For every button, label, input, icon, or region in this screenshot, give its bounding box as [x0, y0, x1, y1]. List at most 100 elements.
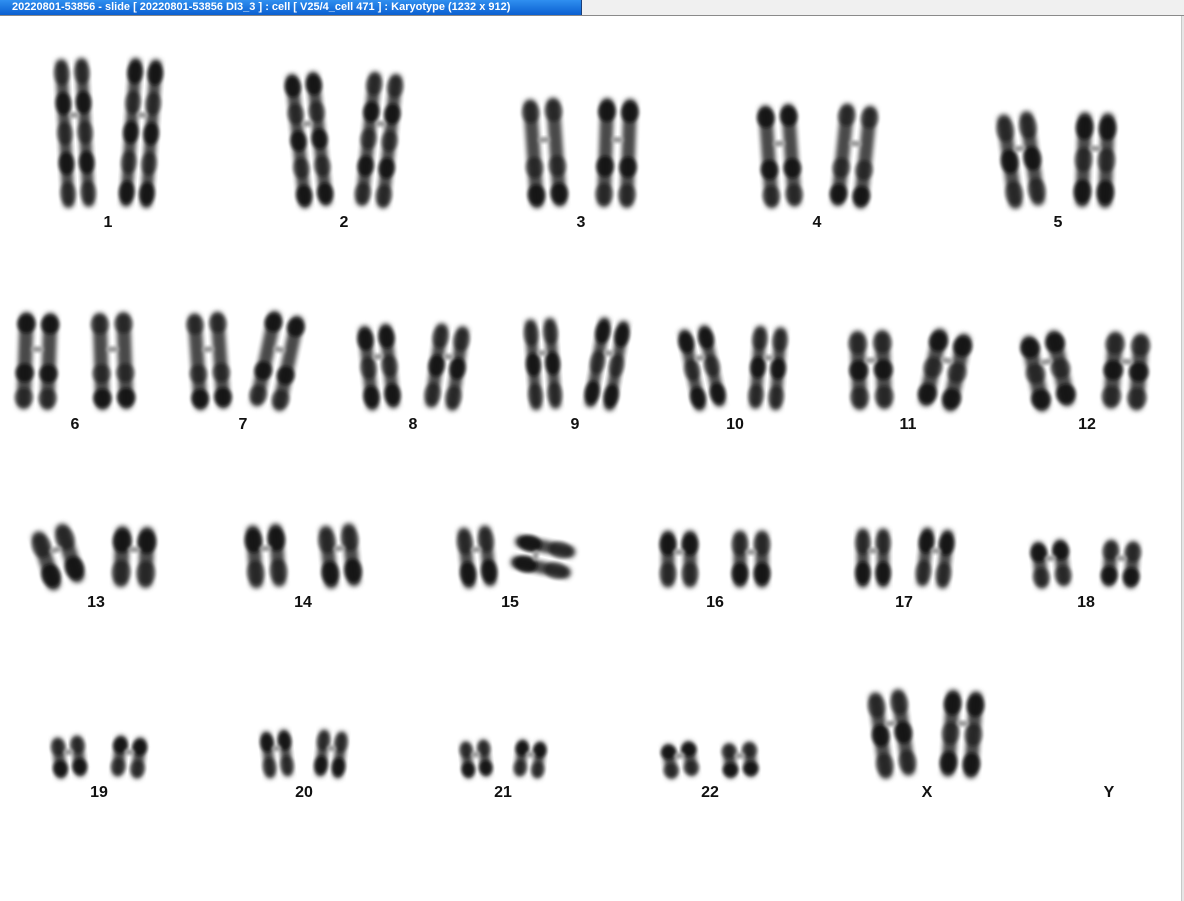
chromosome-number-label: 8: [408, 416, 418, 433]
chromosome-right[interactable]: [721, 741, 759, 779]
chromosome-pair-17[interactable]: 17: [846, 512, 962, 612]
chromosome-number-label: 5: [1053, 214, 1063, 231]
chromosome-number-label: 1: [103, 214, 113, 231]
chromosome-right[interactable]: [1101, 331, 1152, 412]
chromosome-left[interactable]: [283, 70, 334, 209]
chromosome-pair-16[interactable]: 16: [650, 516, 780, 612]
chromosome-number-label: 22: [701, 784, 719, 801]
chromosome-pair-9[interactable]: 9: [510, 304, 640, 434]
chromosome-right[interactable]: [914, 526, 956, 589]
chromosome-pair-4[interactable]: 4: [748, 88, 886, 232]
chromosome-image: [848, 326, 974, 413]
chromosome-pair-7[interactable]: 7: [178, 300, 308, 434]
chromosome-left[interactable]: [523, 317, 564, 411]
chromosome-left[interactable]: [521, 97, 569, 210]
chromosome-pair-6[interactable]: 6: [10, 300, 140, 434]
chromosome-pair-20[interactable]: 20: [252, 712, 356, 802]
chromosome-number-label: 21: [494, 784, 512, 801]
chromosome-left[interactable]: [676, 323, 729, 413]
chromosome-right[interactable]: [353, 70, 404, 209]
chromosome-left[interactable]: [356, 322, 402, 411]
chromosome-left[interactable]: [14, 311, 60, 411]
chromosome-image: [53, 57, 164, 209]
chromosome-right[interactable]: [509, 532, 577, 582]
centromere: [68, 112, 80, 119]
chromosome-left[interactable]: [660, 740, 701, 781]
chromosome-pair-1[interactable]: 1: [38, 42, 178, 232]
chromosome-image: [866, 688, 986, 781]
chromosome-right[interactable]: [110, 734, 149, 779]
centromere: [611, 136, 624, 143]
chromosome-left[interactable]: [185, 311, 232, 412]
window-title-tab[interactable]: 20220801-53856 - slide [ 20220801-53856 …: [0, 0, 582, 15]
chromosome-number-label: 10: [726, 416, 744, 433]
chromosome-pair-5[interactable]: 5: [988, 96, 1128, 232]
chromosome-pair-13[interactable]: 13: [26, 504, 166, 612]
chromosome-number-label: 15: [501, 594, 519, 611]
chromosome-left[interactable]: [259, 729, 295, 780]
chromosome-left[interactable]: [53, 57, 97, 209]
chromosome-pair-22[interactable]: 22: [652, 722, 768, 802]
chromosome-pair-11[interactable]: 11: [836, 316, 980, 434]
chromosome-pair-y[interactable]: Y: [1076, 696, 1142, 802]
chromosome-right[interactable]: [915, 326, 974, 413]
chromosome-pair-8[interactable]: 8: [348, 314, 478, 434]
chromosome-pair-14[interactable]: 14: [236, 504, 370, 612]
chromosome-left[interactable]: [848, 329, 894, 411]
chromosome-pair-3[interactable]: 3: [512, 84, 650, 232]
chromosome-right[interactable]: [111, 525, 157, 589]
chromosome-pair-10[interactable]: 10: [670, 312, 800, 434]
centromere: [1089, 145, 1102, 152]
chromosome-left[interactable]: [1018, 328, 1078, 414]
chromosome-right[interactable]: [90, 311, 136, 411]
chromosome-pair-2[interactable]: 2: [274, 56, 414, 232]
chromosome-right[interactable]: [595, 97, 639, 209]
chromosome-left[interactable]: [855, 528, 891, 588]
chromosome-number-label: 3: [576, 214, 586, 231]
chromosome-image: [50, 734, 149, 779]
chromosome-left[interactable]: [455, 524, 499, 590]
chromosome-right[interactable]: [247, 309, 307, 413]
chromosome-image: [1029, 538, 1142, 590]
chromosome-right[interactable]: [1073, 111, 1117, 209]
chromosome-number-label: 20: [295, 784, 313, 801]
chromosome-right[interactable]: [118, 57, 164, 209]
chromosome-pair-12[interactable]: 12: [1012, 318, 1162, 434]
chromosome-right[interactable]: [731, 530, 771, 588]
chromosome-left[interactable]: [659, 530, 699, 588]
chromosome-right[interactable]: [313, 729, 349, 780]
chromosome-right[interactable]: [582, 316, 632, 413]
chromosome-pair-21[interactable]: 21: [450, 722, 556, 802]
chromosome-image: [994, 110, 1117, 211]
chromosome-right[interactable]: [316, 522, 363, 590]
chromosome-pair-18[interactable]: 18: [1026, 522, 1146, 612]
chromosome-left[interactable]: [50, 734, 89, 779]
chromosome-right[interactable]: [512, 738, 547, 779]
chromosome-left[interactable]: [994, 110, 1048, 211]
chromosome-left[interactable]: [1029, 538, 1073, 590]
chromosome-number-label: 17: [895, 594, 913, 611]
window-titlebar: 20220801-53856 - slide [ 20220801-53856 …: [0, 0, 1184, 16]
chromosome-left[interactable]: [756, 103, 804, 210]
karyotype-workspace: 1 2 3 4 5 6 7 8 9 10 11 12 13 14 15 16 1…: [0, 16, 1180, 901]
chromosome-pair-15[interactable]: 15: [430, 510, 590, 612]
chromosome-left[interactable]: [244, 523, 289, 590]
chromosome-right[interactable]: [747, 325, 789, 411]
chromosome-pair-x[interactable]: X: [860, 680, 994, 802]
chromosome-left[interactable]: [28, 521, 89, 593]
chromosome-right[interactable]: [422, 322, 471, 412]
chromosome-image: [455, 524, 577, 590]
chromosome-image: [185, 309, 307, 413]
chromosome-right[interactable]: [1100, 539, 1142, 590]
chromosome-number-label: 14: [294, 594, 312, 611]
chromosome-pair-19[interactable]: 19: [38, 716, 160, 802]
chromosome-band: [753, 562, 771, 585]
chromosome-left[interactable]: [866, 688, 918, 781]
centromere: [201, 346, 215, 353]
chromosome-left[interactable]: [458, 738, 493, 779]
chromosome-right[interactable]: [828, 102, 879, 210]
chromosome-number-label: Y: [1103, 784, 1115, 801]
chromosome-right[interactable]: [939, 689, 986, 780]
centromere: [956, 720, 969, 727]
chromosome-image: [756, 102, 879, 210]
